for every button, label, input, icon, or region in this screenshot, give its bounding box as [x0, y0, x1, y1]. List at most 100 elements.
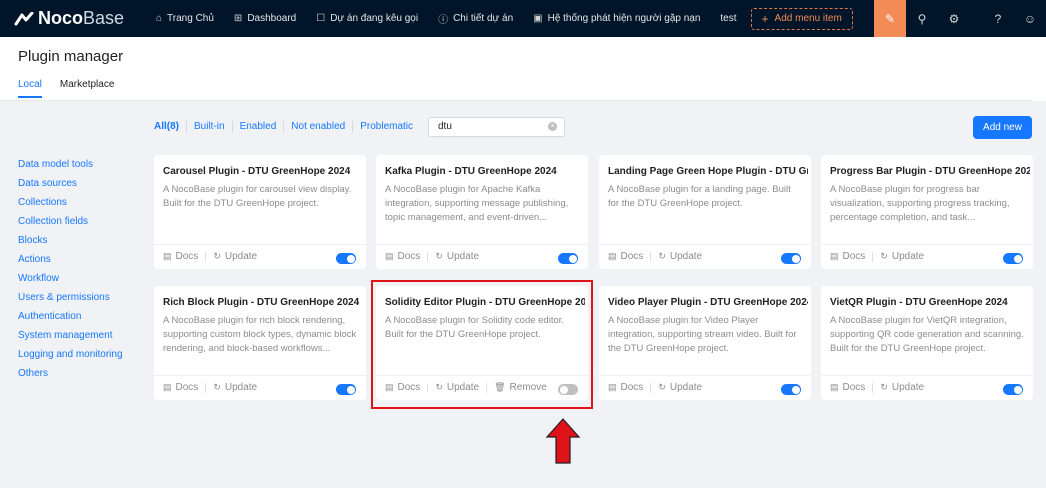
- plugin-description: A NocoBase plugin for rich block renderi…: [163, 315, 357, 354]
- update-link[interactable]: ↻ Update: [880, 251, 924, 262]
- divider: [872, 382, 874, 393]
- card-divider: [154, 244, 366, 245]
- docs-link[interactable]: ▤ Docs: [163, 382, 198, 393]
- enable-toggle[interactable]: [1003, 253, 1023, 264]
- menu-item-test[interactable]: test: [710, 0, 746, 37]
- docs-link[interactable]: ▤ Docs: [830, 251, 865, 262]
- enable-toggle[interactable]: [558, 253, 578, 264]
- menu-item-dashboard[interactable]: ⊞ Dashboard: [224, 0, 306, 37]
- search-value: dtu: [438, 121, 452, 132]
- filter-built-in[interactable]: Built-in: [187, 121, 233, 133]
- filter-not-enabled[interactable]: Not enabled: [284, 121, 354, 133]
- book-icon: ▤: [608, 251, 617, 261]
- menu-item-label: Trang Chủ: [167, 13, 214, 24]
- enable-toggle[interactable]: [781, 384, 801, 395]
- sidebar-item-system-management[interactable]: System management: [18, 329, 123, 348]
- sidebar-item-authentication[interactable]: Authentication: [18, 310, 123, 329]
- search-input[interactable]: dtu ×: [428, 117, 565, 137]
- update-label: Update: [446, 251, 480, 262]
- tab-marketplace[interactable]: Marketplace: [60, 79, 114, 98]
- top-navigation-bar: Noco Base ⌂ Trang Chủ ⊞ Dashboard ☐ Dự án đa…: [0, 0, 1046, 37]
- menu-item-label: Dashboard: [247, 13, 297, 24]
- page-header: Plugin manager Local Marketplace: [0, 37, 1046, 101]
- update-link[interactable]: ↻ Update: [658, 251, 702, 262]
- docs-link[interactable]: ▤ Docs: [385, 251, 420, 262]
- menu-item-trang-chu[interactable]: ⌂ Trang Chủ: [146, 0, 224, 37]
- sidebar-item-data-model-tools[interactable]: Data model tools: [18, 158, 123, 177]
- plugin-title: Video Player Plugin - DTU GreenHope 2024: [608, 297, 808, 308]
- docs-label: Docs: [620, 251, 644, 262]
- help-icon[interactable]: ?: [982, 0, 1014, 37]
- enable-toggle[interactable]: [336, 384, 356, 395]
- sidebar-item-workflow[interactable]: Workflow: [18, 272, 123, 291]
- card-divider: [599, 375, 811, 376]
- plugin-card: Video Player Plugin - DTU GreenHope 2024…: [599, 286, 811, 400]
- sidebar-item-blocks[interactable]: Blocks: [18, 234, 123, 253]
- filter-problematic[interactable]: Problematic: [353, 121, 420, 133]
- filter-all[interactable]: All(8): [154, 121, 187, 133]
- plugin-tabs: Local Marketplace: [18, 79, 132, 98]
- header-divider: [0, 100, 1032, 101]
- dashboard-icon: ⊞: [233, 13, 243, 24]
- user-icon[interactable]: ☺: [1014, 0, 1046, 37]
- plugin-actions: ▤ Docs ↻ Update: [163, 251, 356, 262]
- enable-toggle[interactable]: [336, 253, 356, 264]
- plugin-icon[interactable]: ⚲: [906, 0, 938, 37]
- tab-local[interactable]: Local: [18, 79, 42, 98]
- update-label: Update: [224, 382, 258, 393]
- plugin-actions: ▤ Docs ↻ Update: [830, 251, 1023, 262]
- plugin-description: A NocoBase plugin for Video Player integ…: [608, 315, 797, 354]
- book-icon: ▤: [163, 251, 172, 261]
- update-link[interactable]: ↻ Update: [880, 382, 924, 393]
- page-title: Plugin manager: [18, 48, 124, 65]
- plugin-card: Landing Page Green Hope Plugin - DTU Gre…: [599, 155, 811, 269]
- update-label: Update: [669, 382, 703, 393]
- plugin-card: Progress Bar Plugin - DTU GreenHope 2024…: [821, 155, 1033, 269]
- plugin-title: VietQR Plugin - DTU GreenHope 2024: [830, 297, 1008, 308]
- plugin-actions: ▤ Docs ↻ Update: [163, 382, 356, 393]
- sidebar-item-collection-fields[interactable]: Collection fields: [18, 215, 123, 234]
- card-divider: [376, 244, 588, 245]
- add-menu-item-button[interactable]: + Add menu item: [750, 7, 853, 30]
- nocobase-logo[interactable]: Noco Base: [0, 8, 146, 29]
- plugin-actions: ▤ Docs ↻ Update: [385, 251, 578, 262]
- filter-enabled[interactable]: Enabled: [233, 121, 285, 133]
- update-link[interactable]: ↻ Update: [658, 382, 702, 393]
- plugin-card: VietQR Plugin - DTU GreenHope 2024 A Noc…: [821, 286, 1033, 400]
- update-link[interactable]: ↻ Update: [213, 251, 257, 262]
- plugin-title: Rich Block Plugin - DTU GreenHope 2024: [163, 297, 360, 308]
- book-icon: ▤: [830, 382, 839, 392]
- clear-search-icon[interactable]: ×: [548, 122, 557, 131]
- docs-link[interactable]: ▤ Docs: [163, 251, 198, 262]
- settings-gear-icon[interactable]: ⚙: [938, 0, 970, 37]
- docs-link[interactable]: ▤ Docs: [608, 382, 643, 393]
- update-link[interactable]: ↻ Update: [213, 382, 257, 393]
- report-icon: ▣: [533, 13, 543, 24]
- book-icon: ▤: [830, 251, 839, 261]
- card-divider: [821, 244, 1033, 245]
- sidebar-item-logging-monitoring[interactable]: Logging and monitoring: [18, 348, 123, 367]
- sidebar-item-users-permissions[interactable]: Users & permissions: [18, 291, 123, 310]
- sidebar-item-collections[interactable]: Collections: [18, 196, 123, 215]
- message-icon: ☐: [316, 13, 326, 24]
- docs-label: Docs: [175, 382, 199, 393]
- update-label: Update: [891, 382, 925, 393]
- sidebar-item-actions[interactable]: Actions: [18, 253, 123, 272]
- sidebar-item-data-sources[interactable]: Data sources: [18, 177, 123, 196]
- ui-editor-icon[interactable]: ✎: [874, 0, 906, 37]
- menu-item-du-an-dang-keu-goi[interactable]: ☐ Dự án đang kêu gọi: [306, 0, 428, 37]
- enable-toggle[interactable]: [1003, 384, 1023, 395]
- add-new-button[interactable]: Add new: [973, 116, 1032, 139]
- info-icon: ⓘ: [438, 15, 449, 26]
- refresh-icon: ↻: [658, 382, 666, 392]
- menu-item-chi-tiet-du-an[interactable]: ⓘ Chi tiết dự án: [428, 0, 523, 37]
- plugin-description: A NocoBase plugin for progress bar visua…: [830, 184, 1010, 223]
- docs-link[interactable]: ▤ Docs: [830, 382, 865, 393]
- menu-item-label: test: [720, 13, 737, 24]
- refresh-icon: ↻: [213, 251, 221, 261]
- update-link[interactable]: ↻ Update: [435, 251, 479, 262]
- sidebar-item-others[interactable]: Others: [18, 367, 123, 386]
- docs-link[interactable]: ▤ Docs: [608, 251, 643, 262]
- enable-toggle[interactable]: [781, 253, 801, 264]
- menu-item-he-thong[interactable]: ▣ Hệ thống phát hiện người gặp nạn: [523, 0, 710, 37]
